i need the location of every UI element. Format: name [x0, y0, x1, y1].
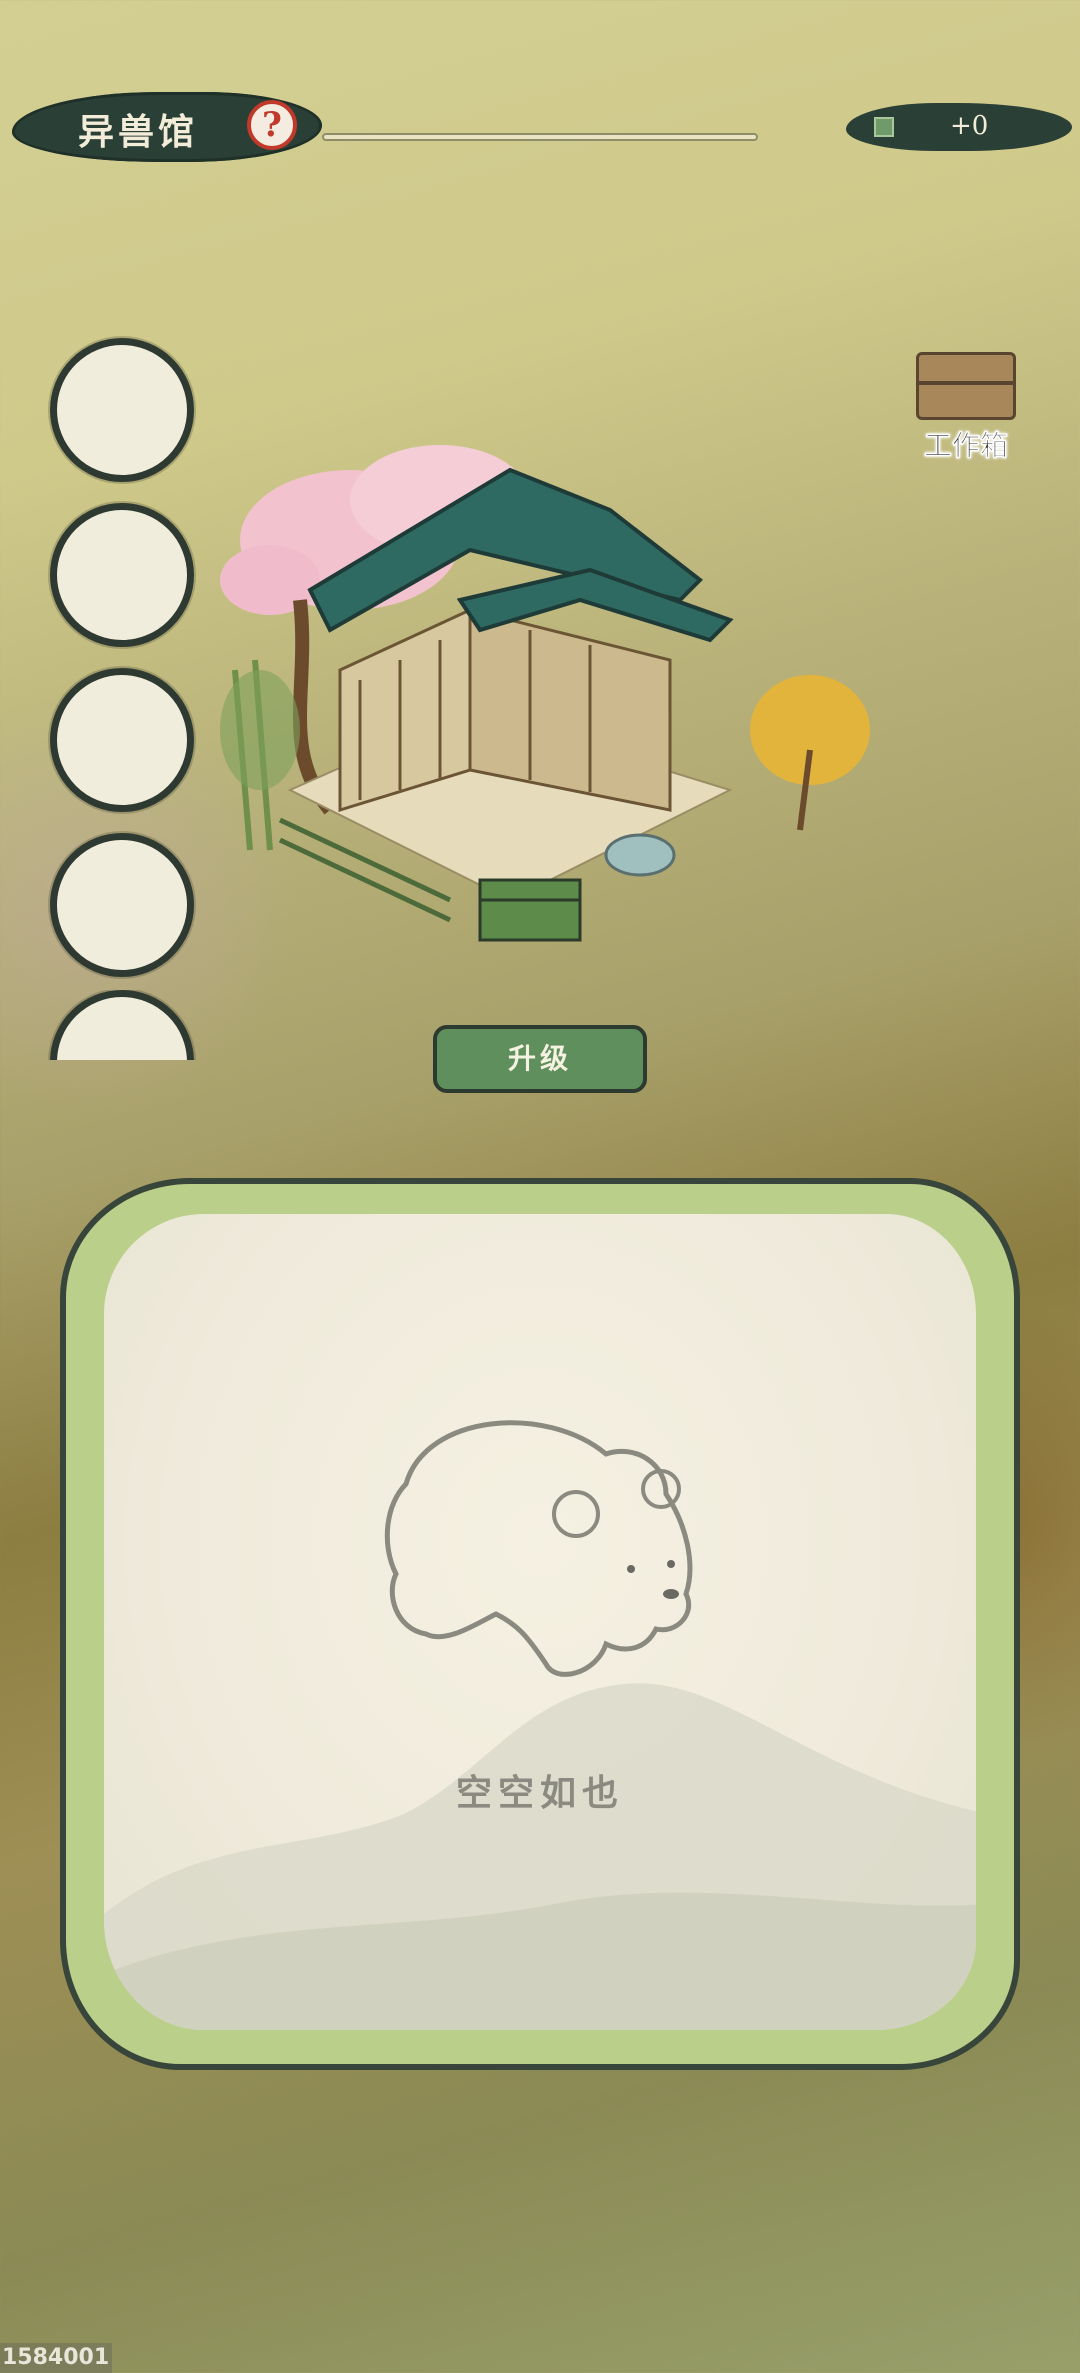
beast-display-panel: 空空如也 [60, 1178, 1020, 2070]
flag-coin-icon [874, 117, 894, 137]
bear-sketch [384, 1420, 693, 1677]
pavilion-illustration[interactable] [210, 430, 890, 990]
green-chest [478, 878, 582, 942]
upgrade-button[interactable]: 升级 [433, 1025, 647, 1093]
yellow-tree [750, 675, 870, 831]
beast-slot[interactable] [50, 833, 194, 977]
toolbox-label: 工作箱 [923, 429, 1009, 463]
toolbox-button[interactable]: 工作箱 [908, 352, 1024, 462]
beast-slot[interactable] [50, 668, 194, 812]
wooden-crate-icon [916, 352, 1016, 420]
water-bowl [604, 833, 676, 877]
beast-slot[interactable] [50, 990, 194, 1060]
empty-state-label: 空空如也 [455, 1772, 624, 1814]
beast-slot[interactable] [50, 503, 194, 647]
page-title: 异兽馆 [78, 111, 199, 153]
build-id: 1584001 [0, 2343, 112, 2373]
slot-list-overflow [40, 990, 210, 1060]
panel-paper: 空空如也 [104, 1214, 976, 2030]
beast-slot[interactable] [50, 338, 194, 482]
currency-value: +0 [950, 111, 989, 141]
question-mark-icon[interactable]: ? [247, 100, 297, 150]
level-progress-bar [322, 133, 758, 141]
currency-counter: +0 [846, 103, 1072, 151]
